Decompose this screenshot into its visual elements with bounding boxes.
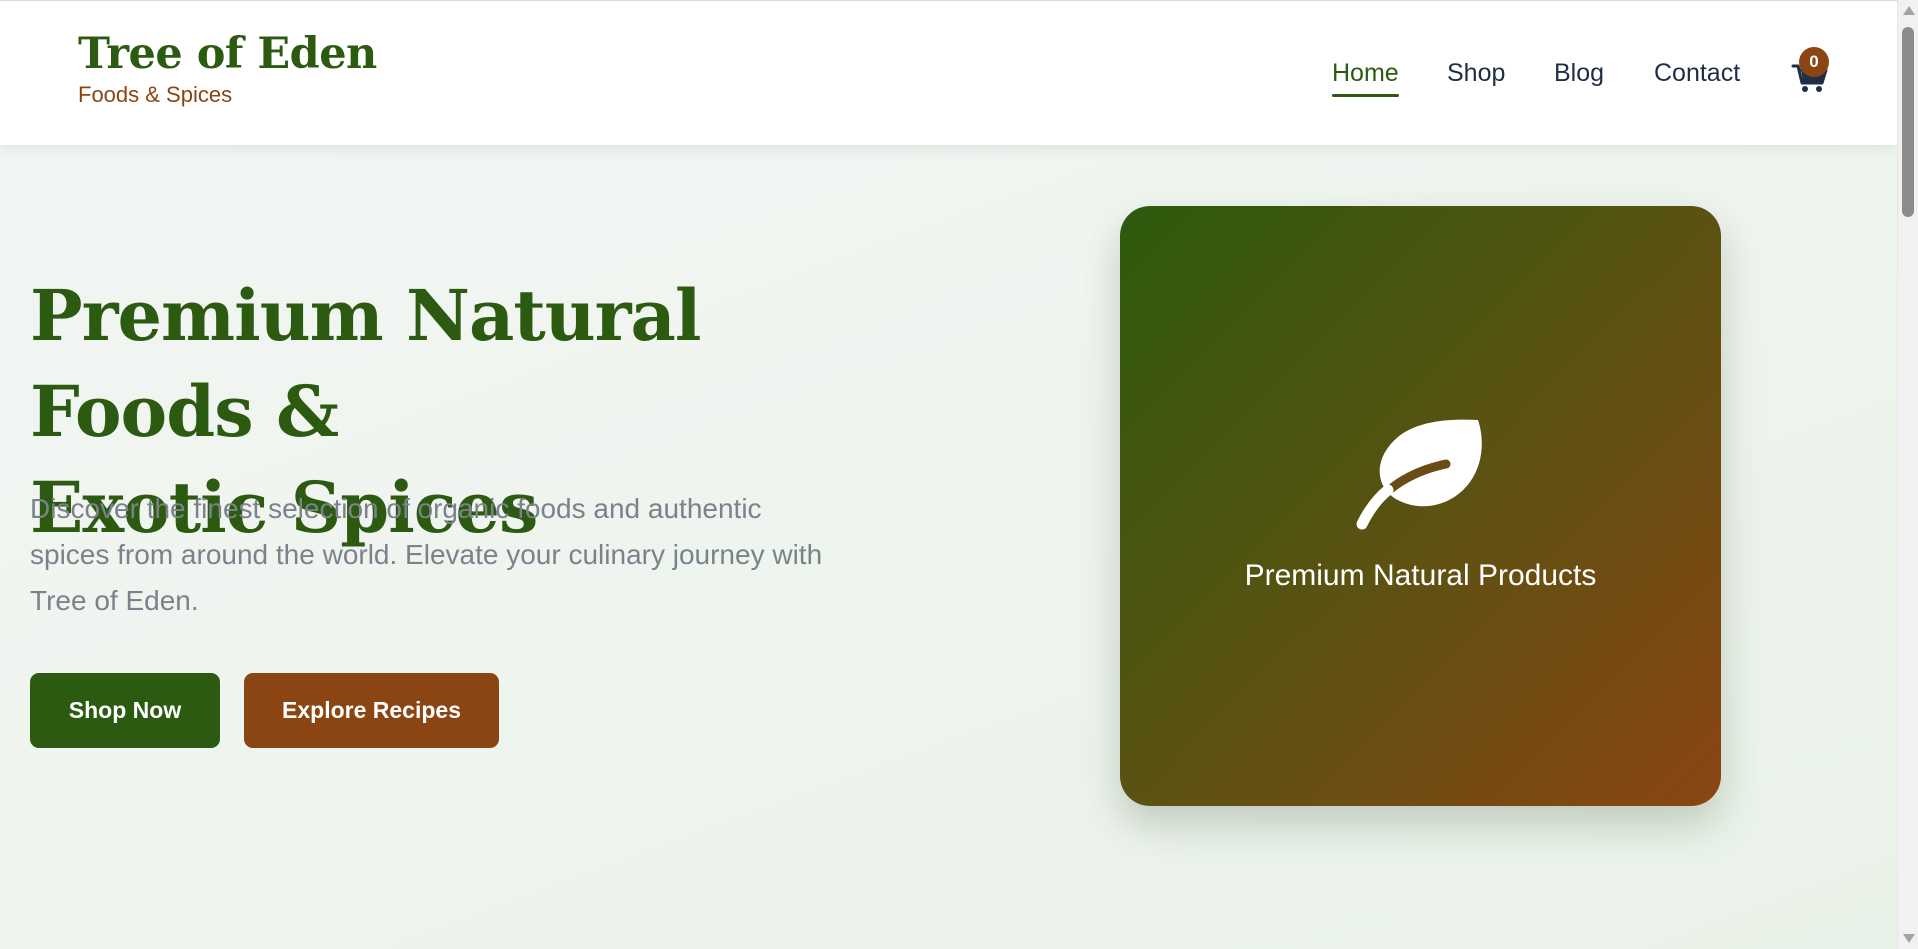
site-header: Tree of Eden Foods & Spices Home Shop Bl… [0,1,1897,145]
shop-now-button[interactable]: Shop Now [30,673,220,748]
hero-description-line: Tree of Eden. [30,585,199,616]
hero-description-line: spices from around the world. Elevate yo… [30,539,823,570]
hero-description: Discover the finest selection of organic… [30,486,930,624]
scroll-up-arrow-icon[interactable] [1903,6,1915,15]
nav-item-label: Shop [1447,59,1506,87]
hero-title-line: Premium Natural Foods & [30,274,701,453]
nav-item-blog[interactable]: Blog [1554,58,1604,88]
active-nav-indicator [1332,94,1399,97]
nav-item-label: Blog [1554,59,1605,87]
feature-card-label: Premium Natural Products [1244,559,1597,592]
nav-item-contact[interactable]: Contact [1654,58,1740,88]
leaf-icon [1356,419,1482,530]
logo-tagline: Foods & Spices [78,82,233,107]
scroll-down-arrow-icon[interactable] [1903,934,1915,943]
logo-title: Tree of Eden [78,29,377,79]
feature-card: Premium Natural Products [1120,206,1721,806]
vertical-scrollbar[interactable] [1897,0,1918,949]
nav-item-label: Home [1332,59,1399,87]
scrollbar-thumb[interactable] [1902,27,1914,217]
nav-item-home[interactable]: Home [1332,58,1399,97]
window-top-border [0,0,1897,1]
hero-description-line: Discover the finest selection of organic… [30,493,762,524]
page-background: Tree of Eden Foods & Spices Home Shop Bl… [0,0,1897,949]
explore-recipes-button[interactable]: Explore Recipes [244,673,499,748]
nav-item-shop[interactable]: Shop [1447,58,1505,88]
cart-count-badge: 0 [1799,47,1829,77]
nav-item-label: Contact [1654,59,1741,87]
site-logo[interactable]: Tree of Eden Foods & Spices [78,27,377,108]
